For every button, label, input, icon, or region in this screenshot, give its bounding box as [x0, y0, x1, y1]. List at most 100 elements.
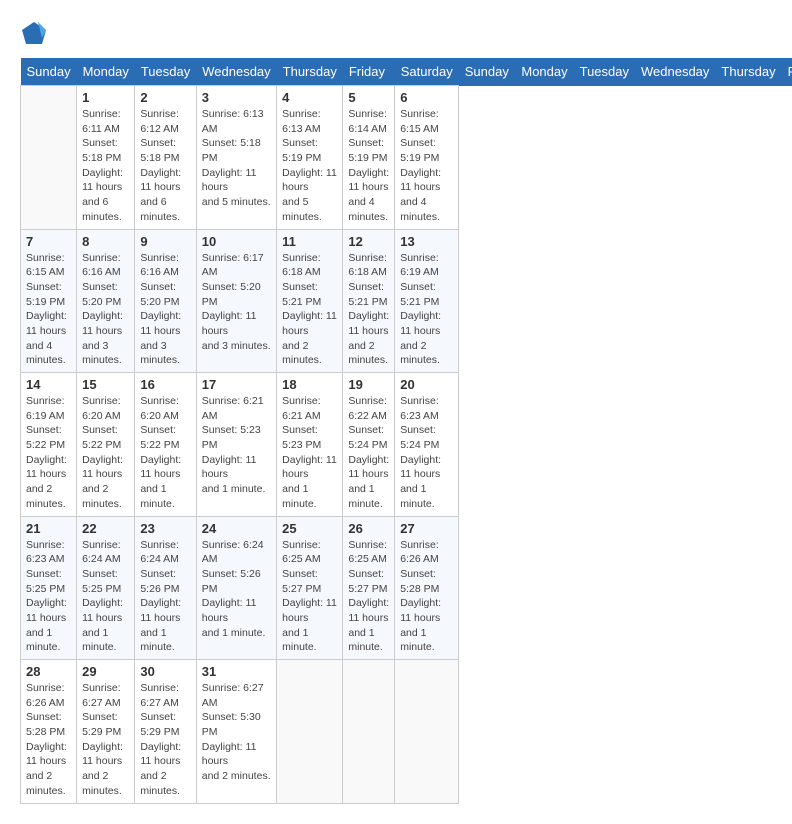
day-info: Sunrise: 6:21 AM Sunset: 5:23 PM Dayligh… — [202, 394, 271, 497]
day-cell — [277, 660, 343, 804]
day-cell — [343, 660, 395, 804]
day-info: Sunrise: 6:12 AM Sunset: 5:18 PM Dayligh… — [140, 107, 190, 225]
logo — [20, 20, 52, 48]
header-row: SundayMondayTuesdayWednesdayThursdayFrid… — [21, 58, 792, 86]
week-row-1: 7 Sunrise: 6:15 AM Sunset: 5:19 PM Daylig… — [21, 229, 792, 373]
day-info: Sunrise: 6:24 AM Sunset: 5:26 PM Dayligh… — [140, 538, 190, 656]
day-info: Sunrise: 6:21 AM Sunset: 5:23 PM Dayligh… — [282, 394, 337, 512]
day-info: Sunrise: 6:27 AM Sunset: 5:30 PM Dayligh… — [202, 681, 271, 784]
day-cell: 24 Sunrise: 6:24 AM Sunset: 5:26 PM Dayli… — [196, 516, 276, 660]
day-number: 12 — [348, 234, 389, 249]
day-number: 14 — [26, 377, 71, 392]
day-number: 19 — [348, 377, 389, 392]
col-header-wednesday: Wednesday — [196, 58, 276, 86]
day-info: Sunrise: 6:16 AM Sunset: 5:20 PM Dayligh… — [140, 251, 190, 369]
day-cell: 16 Sunrise: 6:20 AM Sunset: 5:22 PM Dayli… — [135, 373, 196, 517]
day-cell: 27 Sunrise: 6:26 AM Sunset: 5:28 PM Dayli… — [395, 516, 459, 660]
day-info: Sunrise: 6:23 AM Sunset: 5:24 PM Dayligh… — [400, 394, 453, 512]
day-number: 13 — [400, 234, 453, 249]
day-info: Sunrise: 6:11 AM Sunset: 5:18 PM Dayligh… — [82, 107, 129, 225]
day-info: Sunrise: 6:19 AM Sunset: 5:22 PM Dayligh… — [26, 394, 71, 512]
day-cell: 2 Sunrise: 6:12 AM Sunset: 5:18 PM Daylig… — [135, 86, 196, 230]
day-cell: 25 Sunrise: 6:25 AM Sunset: 5:27 PM Dayli… — [277, 516, 343, 660]
day-info: Sunrise: 6:25 AM Sunset: 5:27 PM Dayligh… — [282, 538, 337, 656]
col-header-tuesday: Tuesday — [574, 58, 635, 86]
day-cell: 30 Sunrise: 6:27 AM Sunset: 5:29 PM Dayli… — [135, 660, 196, 804]
col-header-thursday: Thursday — [277, 58, 343, 86]
col-header-thursday: Thursday — [715, 58, 781, 86]
logo-icon — [20, 20, 48, 48]
day-cell: 9 Sunrise: 6:16 AM Sunset: 5:20 PM Daylig… — [135, 229, 196, 373]
day-info: Sunrise: 6:27 AM Sunset: 5:29 PM Dayligh… — [140, 681, 190, 799]
day-cell: 11Sunrise: 6:18 AM Sunset: 5:21 PM Dayli… — [277, 229, 343, 373]
day-info: Sunrise: 6:20 AM Sunset: 5:22 PM Dayligh… — [140, 394, 190, 512]
col-header-saturday: Saturday — [395, 58, 459, 86]
day-number: 29 — [82, 664, 129, 679]
day-number: 18 — [282, 377, 337, 392]
day-cell: 14 Sunrise: 6:19 AM Sunset: 5:22 PM Dayli… — [21, 373, 77, 517]
day-number: 1 — [82, 90, 129, 105]
day-cell: 4 Sunrise: 6:13 AM Sunset: 5:19 PM Daylig… — [277, 86, 343, 230]
week-row-0: 1 Sunrise: 6:11 AM Sunset: 5:18 PM Daylig… — [21, 86, 792, 230]
day-info: Sunrise: 6:26 AM Sunset: 5:28 PM Dayligh… — [26, 681, 71, 799]
day-cell: 5Sunrise: 6:14 AM Sunset: 5:19 PM Daylig… — [343, 86, 395, 230]
day-cell: 21 Sunrise: 6:23 AM Sunset: 5:25 PM Dayli… — [21, 516, 77, 660]
day-cell: 8Sunrise: 6:16 AM Sunset: 5:20 PM Daylig… — [77, 229, 135, 373]
col-header-sunday: Sunday — [459, 58, 516, 86]
day-cell: 3 Sunrise: 6:13 AM Sunset: 5:18 PM Daylig… — [196, 86, 276, 230]
day-number: 24 — [202, 521, 271, 536]
day-number: 2 — [140, 90, 190, 105]
col-header-friday: Friday — [343, 58, 395, 86]
day-number: 20 — [400, 377, 453, 392]
col-header-wednesday: Wednesday — [635, 58, 715, 86]
day-cell: 12 Sunrise: 6:18 AM Sunset: 5:21 PM Dayli… — [343, 229, 395, 373]
day-number: 10 — [202, 234, 271, 249]
day-cell: 20 Sunrise: 6:23 AM Sunset: 5:24 PM Dayli… — [395, 373, 459, 517]
day-number: 3 — [202, 90, 271, 105]
day-info: Sunrise: 6:23 AM Sunset: 5:25 PM Dayligh… — [26, 538, 71, 656]
day-cell: 23Sunrise: 6:24 AM Sunset: 5:26 PM Dayli… — [135, 516, 196, 660]
day-number: 26 — [348, 521, 389, 536]
day-cell: 18 Sunrise: 6:21 AM Sunset: 5:23 PM Dayli… — [277, 373, 343, 517]
day-number: 15 — [82, 377, 129, 392]
day-number: 27 — [400, 521, 453, 536]
col-header-tuesday: Tuesday — [135, 58, 196, 86]
day-cell: 31Sunrise: 6:27 AM Sunset: 5:30 PM Dayli… — [196, 660, 276, 804]
week-row-4: 28 Sunrise: 6:26 AM Sunset: 5:28 PM Dayli… — [21, 660, 792, 804]
day-number: 17 — [202, 377, 271, 392]
day-number: 16 — [140, 377, 190, 392]
day-cell: 1 Sunrise: 6:11 AM Sunset: 5:18 PM Daylig… — [77, 86, 135, 230]
day-info: Sunrise: 6:14 AM Sunset: 5:19 PM Dayligh… — [348, 107, 389, 225]
day-number: 4 — [282, 90, 337, 105]
day-info: Sunrise: 6:13 AM Sunset: 5:19 PM Dayligh… — [282, 107, 337, 225]
week-row-3: 21 Sunrise: 6:23 AM Sunset: 5:25 PM Dayli… — [21, 516, 792, 660]
day-cell: 28 Sunrise: 6:26 AM Sunset: 5:28 PM Dayli… — [21, 660, 77, 804]
col-header-monday: Monday — [77, 58, 135, 86]
day-number: 9 — [140, 234, 190, 249]
day-number: 22 — [82, 521, 129, 536]
day-info: Sunrise: 6:13 AM Sunset: 5:18 PM Dayligh… — [202, 107, 271, 210]
day-info: Sunrise: 6:27 AM Sunset: 5:29 PM Dayligh… — [82, 681, 129, 799]
page-header — [20, 20, 772, 48]
day-cell: 10 Sunrise: 6:17 AM Sunset: 5:20 PM Dayli… — [196, 229, 276, 373]
day-number: 21 — [26, 521, 71, 536]
day-info: Sunrise: 6:15 AM Sunset: 5:19 PM Dayligh… — [400, 107, 453, 225]
day-cell: 22 Sunrise: 6:24 AM Sunset: 5:25 PM Dayli… — [77, 516, 135, 660]
day-cell: 15Sunrise: 6:20 AM Sunset: 5:22 PM Dayli… — [77, 373, 135, 517]
day-info: Sunrise: 6:24 AM Sunset: 5:26 PM Dayligh… — [202, 538, 271, 641]
day-info: Sunrise: 6:17 AM Sunset: 5:20 PM Dayligh… — [202, 251, 271, 354]
day-cell: 7 Sunrise: 6:15 AM Sunset: 5:19 PM Daylig… — [21, 229, 77, 373]
week-row-2: 14 Sunrise: 6:19 AM Sunset: 5:22 PM Dayli… — [21, 373, 792, 517]
day-number: 28 — [26, 664, 71, 679]
day-info: Sunrise: 6:26 AM Sunset: 5:28 PM Dayligh… — [400, 538, 453, 656]
day-info: Sunrise: 6:18 AM Sunset: 5:21 PM Dayligh… — [348, 251, 389, 369]
day-info: Sunrise: 6:24 AM Sunset: 5:25 PM Dayligh… — [82, 538, 129, 656]
day-info: Sunrise: 6:22 AM Sunset: 5:24 PM Dayligh… — [348, 394, 389, 512]
day-cell: 6Sunrise: 6:15 AM Sunset: 5:19 PM Daylig… — [395, 86, 459, 230]
day-number: 7 — [26, 234, 71, 249]
day-number: 25 — [282, 521, 337, 536]
day-number: 30 — [140, 664, 190, 679]
day-number: 8 — [82, 234, 129, 249]
day-cell — [21, 86, 77, 230]
day-info: Sunrise: 6:15 AM Sunset: 5:19 PM Dayligh… — [26, 251, 71, 369]
